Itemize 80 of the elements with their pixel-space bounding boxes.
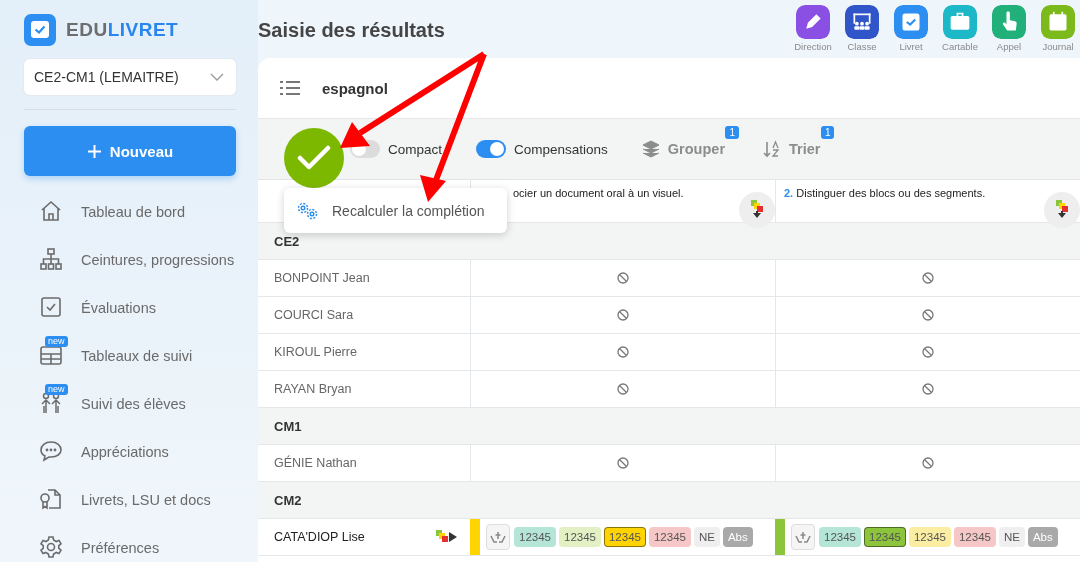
skill-title: 2. Distinguer des blocs ou des segments. xyxy=(784,187,986,199)
grade-chip[interactable]: 12345 xyxy=(648,527,691,547)
subject-name: espagnol xyxy=(322,79,388,97)
app-shortcut[interactable]: Cartable xyxy=(940,5,980,52)
count-badge: 1 xyxy=(725,126,740,139)
layers-icon xyxy=(641,140,660,158)
app-shortcut[interactable]: Classe xyxy=(842,5,882,52)
class-select[interactable]: CE2-CM1 (LEMAITRE) xyxy=(24,59,236,95)
page-title: Saisie des résultats xyxy=(258,19,445,42)
document-icon xyxy=(39,487,63,511)
not-evaluated-icon xyxy=(617,383,629,395)
student-name: COURCI Sara xyxy=(274,308,354,322)
settings-icon xyxy=(39,535,63,559)
color-sort-button[interactable] xyxy=(1044,192,1080,228)
student-name: GÉNIE Nathan xyxy=(274,456,357,470)
logo-icon xyxy=(24,14,56,46)
nav-item[interactable]: new Suivi des élèves xyxy=(24,380,236,428)
skill-title: ocier un document oral à un visuel. xyxy=(512,187,684,199)
new-badge: new xyxy=(45,384,68,395)
sort-icon xyxy=(763,140,782,158)
group-header: CM1 xyxy=(258,408,1080,445)
app-shortcut[interactable]: Journal xyxy=(1038,5,1078,52)
not-evaluated-icon xyxy=(922,309,934,321)
toggle-label: Compensations xyxy=(514,141,608,157)
student-name: KIROUL Pierre xyxy=(274,345,357,359)
checkbox-icon xyxy=(39,295,63,319)
not-evaluated-icon xyxy=(922,272,934,284)
new-badge: new xyxy=(45,336,68,347)
nav-item[interactable]: Appréciations xyxy=(24,428,236,476)
student-name: BONPOINT Jean xyxy=(274,271,370,285)
grade-chip[interactable]: 12345 xyxy=(819,527,861,547)
app-shortcut[interactable]: Appel xyxy=(989,5,1029,52)
hands-button[interactable] xyxy=(486,524,510,550)
not-evaluated-icon xyxy=(922,457,934,469)
app-shortcut[interactable]: Direction xyxy=(793,5,833,52)
grade-chip[interactable]: 12345 xyxy=(514,527,556,547)
hands-button[interactable] xyxy=(791,524,815,550)
nav-item[interactable]: Livrets, LSU et docs xyxy=(24,476,236,524)
grade-chip[interactable]: NE xyxy=(998,527,1025,547)
nav-item[interactable]: Évaluations xyxy=(24,284,236,332)
gears-icon xyxy=(296,200,320,221)
color-sort-button[interactable] xyxy=(739,192,775,228)
not-evaluated-icon xyxy=(617,346,629,358)
grade-chip[interactable]: 12345 xyxy=(953,527,996,547)
nav-item[interactable]: new Tableaux de suivi xyxy=(24,332,236,380)
table-icon xyxy=(39,343,63,367)
toggle-switch[interactable] xyxy=(476,140,507,158)
plus-icon xyxy=(86,143,102,159)
speech-bubble-icon xyxy=(39,439,63,463)
house-icon xyxy=(39,199,63,223)
color-arrow-icon[interactable] xyxy=(436,530,458,544)
not-evaluated-icon xyxy=(617,272,629,284)
grade-chip[interactable]: 12345 xyxy=(908,527,951,547)
grade-chip[interactable]: 12345 xyxy=(559,527,601,547)
grade-chip[interactable]: 12345 xyxy=(864,527,906,547)
student-name: CATA'DIOP Lise xyxy=(274,530,365,544)
hands-icon xyxy=(490,530,506,544)
not-evaluated-icon xyxy=(922,346,934,358)
app-shortcut[interactable]: Livret xyxy=(891,5,931,52)
not-evaluated-icon xyxy=(617,309,629,321)
group-header: CM2 xyxy=(258,482,1080,519)
group-header: CE2 xyxy=(258,223,1080,260)
menu-icon[interactable] xyxy=(280,80,300,96)
check-icon xyxy=(297,145,331,171)
hands-icon xyxy=(795,530,811,544)
hierarchy-icon xyxy=(39,247,63,271)
menu-item[interactable]: Recalculer la complétion xyxy=(284,199,491,222)
nav-item[interactable]: Préférences xyxy=(24,524,236,562)
count-badge: 1 xyxy=(820,126,835,139)
toggle-label: Compact xyxy=(388,141,443,157)
grade-chip[interactable]: NE xyxy=(693,527,720,547)
new-button[interactable]: Nouveau xyxy=(24,126,236,176)
student-name: RAYAN Bryan xyxy=(274,382,352,396)
nav-item[interactable]: Tableau de bord xyxy=(24,188,236,236)
not-evaluated-icon xyxy=(922,383,934,395)
grade-chip[interactable]: 12345 xyxy=(603,527,646,547)
logo-text: EDULIVRET xyxy=(66,19,179,41)
chevron-down-icon xyxy=(210,73,224,81)
not-evaluated-icon xyxy=(617,457,629,469)
nav-item[interactable]: Ceintures, progressions xyxy=(24,236,236,284)
